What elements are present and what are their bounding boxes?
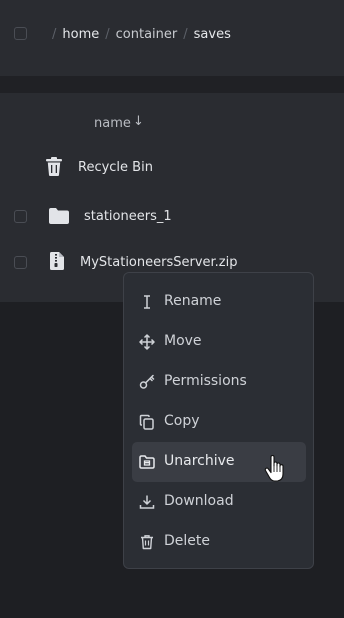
- sort-descending-icon[interactable]: ↓: [133, 114, 144, 129]
- select-all-checkbox[interactable]: [14, 27, 27, 40]
- row-checkbox[interactable]: [14, 210, 27, 223]
- breadcrumb-home[interactable]: home: [62, 27, 99, 42]
- menu-item-label: Rename: [164, 293, 222, 309]
- menu-item-rename[interactable]: Rename: [132, 282, 306, 322]
- menu-item-label: Permissions: [164, 373, 247, 389]
- menu-item-label: Unarchive: [164, 453, 235, 469]
- breadcrumb-bar: / home / container / saves: [0, 0, 344, 76]
- hand-pointer-cursor-icon: [264, 455, 284, 482]
- list-item-recycle-bin[interactable]: Recycle Bin: [78, 160, 153, 175]
- section-divider: [0, 76, 344, 93]
- menu-item-delete[interactable]: Delete: [132, 522, 306, 562]
- trash-icon: [141, 535, 153, 550]
- unarchive-folder-icon: [139, 455, 155, 469]
- menu-item-label: Download: [164, 493, 234, 509]
- copy-icon: [139, 414, 154, 430]
- list-item-stationeers-1[interactable]: stationeers_1: [84, 209, 172, 224]
- breadcrumb: / home / container / saves: [52, 27, 231, 42]
- menu-item-label: Move: [164, 333, 202, 349]
- folder-icon: [49, 208, 69, 224]
- move-arrows-icon: [139, 334, 155, 350]
- key-icon: [139, 374, 155, 389]
- menu-item-label: Delete: [164, 533, 210, 549]
- zip-file-icon: [50, 252, 64, 270]
- row-checkbox[interactable]: [14, 256, 27, 269]
- menu-item-permissions[interactable]: Permissions: [132, 362, 306, 402]
- context-menu: Rename Move Permissions Copy Unarchive D…: [123, 272, 314, 569]
- menu-item-move[interactable]: Move: [132, 322, 306, 362]
- text-cursor-icon: [144, 295, 150, 309]
- breadcrumb-container[interactable]: container: [116, 27, 178, 42]
- breadcrumb-saves[interactable]: saves: [194, 27, 231, 42]
- menu-item-copy[interactable]: Copy: [132, 402, 306, 442]
- file-list-panel: [0, 93, 344, 302]
- menu-item-label: Copy: [164, 413, 200, 429]
- column-header-name[interactable]: name: [94, 116, 131, 131]
- trash-icon: [46, 157, 62, 176]
- list-item-zip-file[interactable]: MyStationeersServer.zip: [80, 255, 238, 270]
- download-icon: [139, 495, 155, 509]
- menu-item-download[interactable]: Download: [132, 482, 306, 522]
